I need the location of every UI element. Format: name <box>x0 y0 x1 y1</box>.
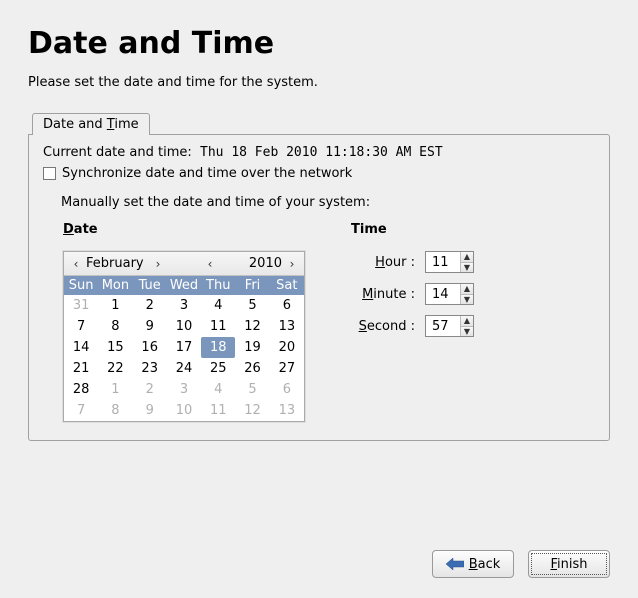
back-button-label: Back <box>469 557 501 572</box>
hour-input[interactable] <box>426 252 460 272</box>
calendar-year-label[interactable]: 2010 <box>216 256 286 271</box>
calendar-dow-header: Sat <box>270 276 304 295</box>
calendar-day[interactable]: 9 <box>133 400 167 421</box>
calendar-day[interactable]: 21 <box>64 358 98 379</box>
calendar-day[interactable]: 3 <box>167 379 201 400</box>
time-section-label: Time <box>351 222 595 237</box>
calendar-day[interactable]: 10 <box>167 316 201 337</box>
calendar-prev-month[interactable]: ‹ <box>70 257 82 271</box>
sync-network-checkbox[interactable] <box>43 167 56 180</box>
calendar-dow-header: Tue <box>133 276 167 295</box>
calendar-day[interactable]: 13 <box>270 316 304 337</box>
minute-label: Minute : <box>351 287 415 302</box>
calendar-day[interactable]: 22 <box>98 358 132 379</box>
calendar-day[interactable]: 28 <box>64 379 98 400</box>
calendar-day[interactable]: 19 <box>235 337 269 358</box>
calendar-day[interactable]: 5 <box>235 379 269 400</box>
calendar-dow-header: Wed <box>167 276 201 295</box>
calendar-day[interactable]: 4 <box>201 295 235 316</box>
calendar: ‹ February › ‹ 2010 › SunMonTueWedThuFri… <box>63 251 305 422</box>
calendar-day[interactable]: 11 <box>201 316 235 337</box>
calendar-day[interactable]: 2 <box>133 379 167 400</box>
calendar-day[interactable]: 3 <box>167 295 201 316</box>
calendar-day[interactable]: 14 <box>64 337 98 358</box>
hour-label: Hour : <box>351 255 415 270</box>
calendar-day[interactable]: 7 <box>64 316 98 337</box>
minute-down[interactable]: ▼ <box>461 295 473 305</box>
calendar-day[interactable]: 9 <box>133 316 167 337</box>
tab-panel-date-and-time: Current date and time: Thu 18 Feb 2010 1… <box>28 134 610 441</box>
calendar-day[interactable]: 6 <box>270 295 304 316</box>
calendar-day[interactable]: 26 <box>235 358 269 379</box>
second-spinner[interactable]: ▲ ▼ <box>425 315 474 337</box>
finish-button-label: Finish <box>550 557 587 572</box>
calendar-dow-header: Sun <box>64 276 98 295</box>
calendar-day[interactable]: 17 <box>167 337 201 358</box>
calendar-day[interactable]: 8 <box>98 316 132 337</box>
calendar-grid: SunMonTueWedThuFriSat 311234567891011121… <box>64 276 304 421</box>
calendar-day[interactable]: 20 <box>270 337 304 358</box>
minute-input[interactable] <box>426 284 460 304</box>
hour-down[interactable]: ▼ <box>461 263 473 273</box>
current-time-value: Thu 18 Feb 2010 11:18:30 AM EST <box>200 145 443 160</box>
calendar-dow-header: Thu <box>201 276 235 295</box>
second-up[interactable]: ▲ <box>461 316 473 327</box>
calendar-day[interactable]: 13 <box>270 400 304 421</box>
calendar-day[interactable]: 27 <box>270 358 304 379</box>
calendar-dow-header: Fri <box>235 276 269 295</box>
calendar-day[interactable]: 25 <box>201 358 235 379</box>
page-title: Date and Time <box>28 26 610 61</box>
calendar-prev-year[interactable]: ‹ <box>204 257 216 271</box>
current-time-label: Current date and time: <box>43 145 192 160</box>
calendar-day[interactable]: 1 <box>98 379 132 400</box>
calendar-day[interactable]: 4 <box>201 379 235 400</box>
calendar-day[interactable]: 15 <box>98 337 132 358</box>
calendar-dow-header: Mon <box>98 276 132 295</box>
calendar-day[interactable]: 12 <box>235 400 269 421</box>
calendar-day[interactable]: 11 <box>201 400 235 421</box>
minute-spinner[interactable]: ▲ ▼ <box>425 283 474 305</box>
calendar-day[interactable]: 18 <box>201 337 235 358</box>
back-arrow-icon <box>446 558 464 570</box>
sync-network-label: Synchronize date and time over the netwo… <box>62 166 352 181</box>
calendar-day[interactable]: 12 <box>235 316 269 337</box>
calendar-day[interactable]: 6 <box>270 379 304 400</box>
finish-button[interactable]: Finish <box>528 550 610 578</box>
calendar-day[interactable]: 16 <box>133 337 167 358</box>
date-section-label: Date <box>63 222 305 237</box>
hour-up[interactable]: ▲ <box>461 252 473 263</box>
calendar-month-label[interactable]: February <box>82 256 152 271</box>
calendar-day[interactable]: 8 <box>98 400 132 421</box>
calendar-next-month[interactable]: › <box>152 257 164 271</box>
manual-set-label: Manually set the date and time of your s… <box>61 195 595 210</box>
calendar-day[interactable]: 10 <box>167 400 201 421</box>
calendar-next-year[interactable]: › <box>286 257 298 271</box>
second-label: Second : <box>351 319 415 334</box>
hour-spinner[interactable]: ▲ ▼ <box>425 251 474 273</box>
sync-network-row[interactable]: Synchronize date and time over the netwo… <box>43 166 595 181</box>
calendar-day[interactable]: 23 <box>133 358 167 379</box>
back-button[interactable]: Back <box>432 550 514 578</box>
second-down[interactable]: ▼ <box>461 327 473 337</box>
calendar-day[interactable]: 5 <box>235 295 269 316</box>
minute-up[interactable]: ▲ <box>461 284 473 295</box>
page-subtitle: Please set the date and time for the sys… <box>28 75 610 90</box>
calendar-day[interactable]: 31 <box>64 295 98 316</box>
calendar-day[interactable]: 1 <box>98 295 132 316</box>
second-input[interactable] <box>426 316 460 336</box>
calendar-day[interactable]: 7 <box>64 400 98 421</box>
calendar-day[interactable]: 2 <box>133 295 167 316</box>
tab-date-and-time[interactable]: Date and Time <box>32 113 150 135</box>
calendar-day[interactable]: 24 <box>167 358 201 379</box>
